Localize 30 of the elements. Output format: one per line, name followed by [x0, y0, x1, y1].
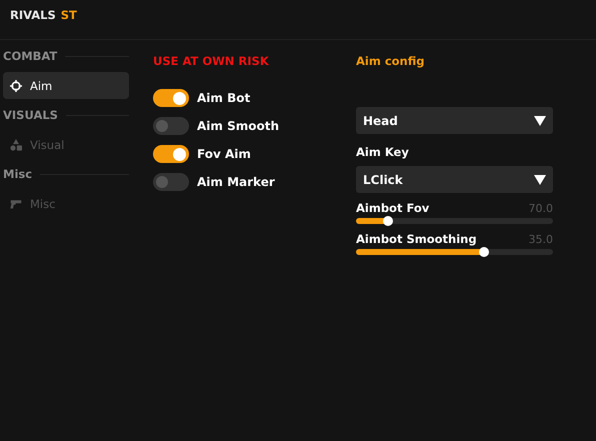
- section-heading: COMBAT: [3, 49, 58, 63]
- toggle-switch[interactable]: [153, 173, 189, 191]
- section-heading: Misc: [3, 167, 32, 181]
- pistol-icon: [10, 198, 22, 210]
- section-heading: VISUALS: [3, 108, 58, 122]
- toggle-label: Aim Bot: [197, 91, 250, 105]
- slider-handle[interactable]: [479, 247, 490, 257]
- toggle-switch[interactable]: [153, 89, 189, 107]
- caret-icon: [534, 174, 546, 184]
- field-label: Aim Key: [356, 145, 410, 159]
- warning-text: USE AT OWN RISK: [153, 54, 270, 70]
- toggle-label: Fov Aim: [197, 147, 251, 161]
- toggle-label: Aim Marker: [197, 175, 275, 189]
- crosshair-icon: [10, 80, 22, 92]
- slider-label: Aimbot Smoothing: [356, 232, 477, 246]
- shapes-icon: [10, 138, 22, 150]
- slider-handle[interactable]: [382, 216, 393, 226]
- slider-label: Aimbot Fov: [356, 201, 430, 215]
- toggle-switch[interactable]: [153, 145, 189, 163]
- slider-value: 70.0: [528, 202, 553, 215]
- dropdown[interactable]: Head: [356, 107, 553, 134]
- dropdown[interactable]: LClick: [356, 166, 553, 193]
- sidebar-item[interactable]: Aim: [3, 72, 129, 99]
- toggle-switch[interactable]: [153, 117, 189, 135]
- toggle-label: Aim Smooth: [197, 119, 279, 133]
- window-title: RIVALS: [10, 8, 56, 22]
- window-title-suffix: ST: [60, 8, 77, 22]
- slider-value: 35.0: [528, 233, 553, 246]
- caret-icon: [534, 116, 546, 126]
- section-title: Aim config: [356, 54, 426, 70]
